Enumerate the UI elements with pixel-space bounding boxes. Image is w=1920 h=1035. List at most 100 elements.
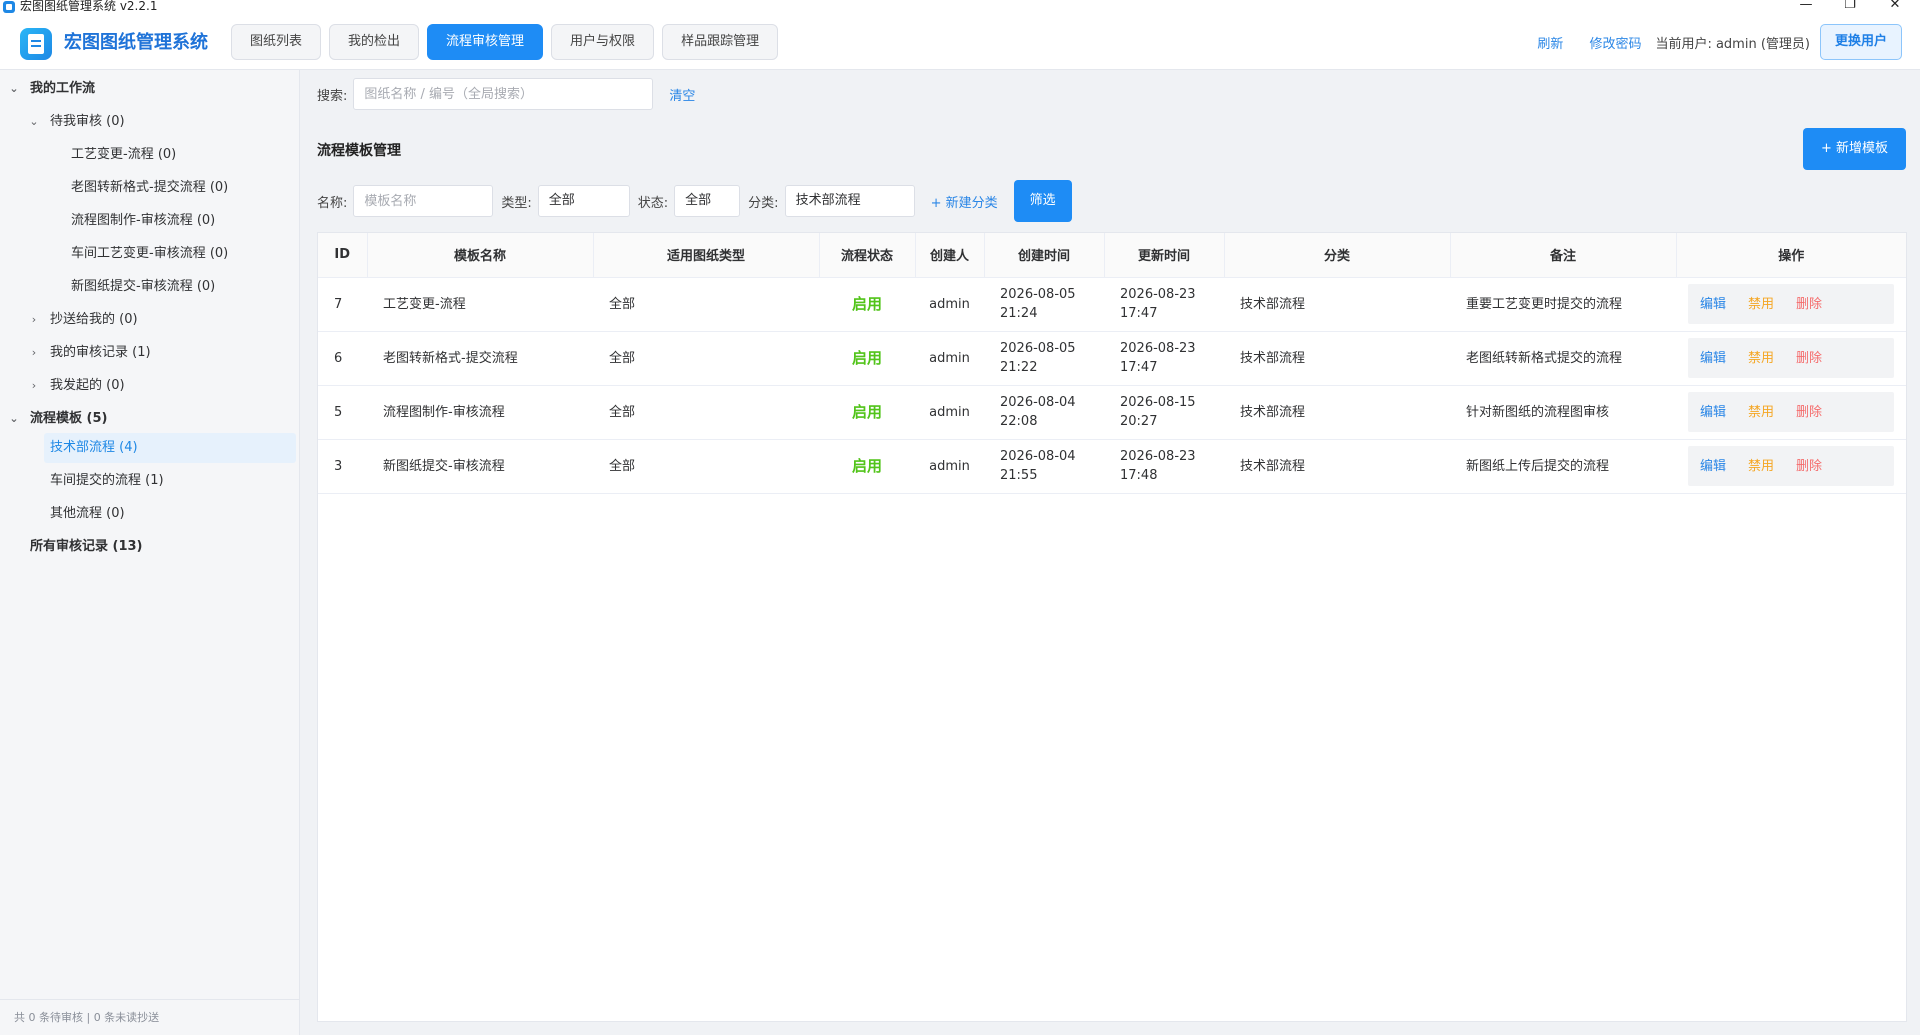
- cell-drawing-type: 全部: [593, 385, 819, 440]
- tree-node-other-workflow[interactable]: 其他流程 (0): [0, 499, 300, 529]
- delete-button[interactable]: 删除: [1796, 295, 1822, 314]
- column-header-category[interactable]: 分类: [1224, 233, 1451, 278]
- category-filter-select[interactable]: 技术部流程: [784, 185, 915, 217]
- column-header-created-time[interactable]: 创建时间: [984, 233, 1105, 278]
- app-icon: [3, 1, 15, 13]
- edit-button[interactable]: 编辑: [1700, 403, 1726, 422]
- cell-drawing-type: 全部: [593, 277, 819, 332]
- column-header-id[interactable]: ID: [318, 233, 368, 278]
- tree-node-pending-review[interactable]: ⌄ 待我审核 (0): [0, 107, 300, 137]
- tree-node-pending-old-to-new[interactable]: 老图转新格式-提交流程 (0): [0, 173, 300, 203]
- tree-node-workflow-templates[interactable]: ⌄ 流程模板 (5): [0, 404, 300, 434]
- edit-button[interactable]: 编辑: [1700, 295, 1726, 314]
- cell-created-time: 2026-08-04 22:08: [984, 385, 1104, 440]
- tree-node-label: 技术部流程 (4): [50, 440, 138, 455]
- workflow-sidebar: ⌄ 我的工作流 ⌄ 待我审核 (0) 工艺变更-流程 (0) 老图转新格式-提交…: [0, 70, 300, 1035]
- switch-user-button[interactable]: 更换用户: [1819, 24, 1902, 60]
- chevron-right-icon: ›: [31, 313, 37, 326]
- delete-button[interactable]: 删除: [1796, 349, 1822, 368]
- column-header-note[interactable]: 备注: [1450, 233, 1677, 278]
- cell-created-time: 2026-08-05 21:24: [984, 277, 1104, 332]
- disable-button[interactable]: 禁用: [1748, 403, 1774, 422]
- tree-node-workshop-workflow[interactable]: 车间提交的流程 (1): [0, 466, 300, 496]
- tree-node-cc-to-me[interactable]: › 抄送给我的 (0): [0, 305, 300, 335]
- tree-node-all-review-records[interactable]: 所有审核记录 (13): [0, 532, 300, 562]
- row-actions: 编辑 禁用 删除: [1688, 338, 1894, 378]
- table-row[interactable]: 6 老图转新格式-提交流程 全部 启用 admin 2026-08-05 21:…: [318, 331, 1906, 386]
- chevron-right-icon: ›: [31, 379, 37, 392]
- disable-button[interactable]: 禁用: [1748, 295, 1774, 314]
- chevron-right-icon: ›: [31, 346, 37, 359]
- cell-actions: 编辑 禁用 删除: [1676, 439, 1906, 494]
- tree-node-label: 工艺变更-流程 (0): [71, 147, 177, 162]
- type-filter-select[interactable]: 全部: [537, 185, 630, 217]
- main-panel: 搜索: 清空 流程模板管理 + 新增模板 名称: 类型: 全部 状态: 全部 分…: [301, 70, 1920, 1035]
- tab-workflow-review[interactable]: 流程审核管理: [427, 24, 544, 60]
- change-password-link[interactable]: 修改密码: [1589, 33, 1641, 52]
- minimize-icon[interactable]: —: [1791, 0, 1821, 13]
- cell-updated-time: 2026-08-23 17:47: [1104, 331, 1224, 386]
- disable-button[interactable]: 禁用: [1748, 457, 1774, 476]
- delete-button[interactable]: 删除: [1796, 403, 1822, 422]
- edit-button[interactable]: 编辑: [1700, 349, 1726, 368]
- column-header-updated-time[interactable]: 更新时间: [1104, 233, 1225, 278]
- cell-template-name: 工艺变更-流程: [367, 277, 593, 332]
- cell-id: 6: [318, 331, 367, 386]
- tree-node-label: 新图纸提交-审核流程 (0): [71, 279, 216, 294]
- row-actions: 编辑 禁用 删除: [1688, 392, 1894, 432]
- column-header-status[interactable]: 流程状态: [819, 233, 916, 278]
- cell-id: 3: [318, 439, 367, 494]
- tab-sample-tracking[interactable]: 样品跟踪管理: [662, 24, 779, 60]
- column-header-template-name[interactable]: 模板名称: [367, 233, 594, 278]
- restore-icon[interactable]: ❐: [1835, 0, 1865, 13]
- table-row[interactable]: 7 工艺变更-流程 全部 启用 admin 2026-08-05 21:24 2…: [318, 277, 1906, 332]
- cell-drawing-type: 全部: [593, 331, 819, 386]
- edit-button[interactable]: 编辑: [1700, 457, 1726, 476]
- current-user-label: 当前用户: admin (管理员): [1655, 36, 1810, 52]
- cell-actions: 编辑 禁用 删除: [1676, 277, 1906, 332]
- table-row[interactable]: 5 流程图制作-审核流程 全部 启用 admin 2026-08-04 22:0…: [318, 385, 1906, 440]
- category-filter-label: 分类:: [748, 195, 779, 211]
- search-bar: 搜索: 清空: [317, 78, 695, 110]
- tree-node-my-workflow[interactable]: ⌄ 我的工作流: [0, 74, 300, 104]
- tree-node-label: 车间提交的流程 (1): [50, 473, 164, 488]
- window-titlebar: 宏图图纸管理系统 v2.2.1 — ❐ ✕: [0, 0, 1920, 14]
- new-category-link[interactable]: + 新建分类: [931, 192, 998, 211]
- tab-my-checkouts[interactable]: 我的检出: [329, 24, 420, 60]
- tree-node-label: 我的审核记录 (1): [50, 345, 151, 360]
- tree-node-pending-process-change[interactable]: 工艺变更-流程 (0): [0, 140, 300, 170]
- template-name-filter-input[interactable]: [353, 185, 494, 217]
- add-template-button[interactable]: + 新增模板: [1802, 128, 1906, 170]
- table-header-row: ID 模板名称 适用图纸类型 流程状态 创建人 创建时间 更新时间 分类 备注 …: [318, 233, 1906, 278]
- status-filter-select[interactable]: 全部: [674, 185, 741, 217]
- tree-node-label: 其他流程 (0): [50, 506, 125, 521]
- global-search-input[interactable]: [353, 78, 654, 110]
- tab-drawing-list[interactable]: 图纸列表: [231, 24, 322, 60]
- tree-node-label: 所有审核记录 (13): [30, 539, 143, 554]
- cell-category: 技术部流程: [1224, 385, 1450, 440]
- tree-node-pending-workshop-change[interactable]: 车间工艺变更-审核流程 (0): [0, 239, 300, 269]
- tree-node-tech-dept-workflow[interactable]: 技术部流程 (4): [44, 433, 296, 463]
- refresh-link[interactable]: 刷新: [1537, 33, 1563, 52]
- table-row[interactable]: 3 新图纸提交-审核流程 全部 启用 admin 2026-08-04 21:5…: [318, 439, 1906, 494]
- filter-button[interactable]: 筛选: [1013, 180, 1072, 222]
- cell-created-time: 2026-08-04 21:55: [984, 439, 1104, 494]
- close-icon[interactable]: ✕: [1880, 0, 1910, 13]
- tree-node-pending-flowchart[interactable]: 流程图制作-审核流程 (0): [0, 206, 300, 236]
- cell-updated-time: 2026-08-23 17:47: [1104, 277, 1224, 332]
- tab-users-permissions[interactable]: 用户与权限: [551, 24, 655, 60]
- tree-node-my-review-records[interactable]: › 我的审核记录 (1): [0, 338, 300, 368]
- column-header-creator[interactable]: 创建人: [915, 233, 985, 278]
- app-header: 宏图图纸管理系统 图纸列表 我的检出 流程审核管理 用户与权限 样品跟踪管理 刷…: [0, 14, 1920, 70]
- delete-button[interactable]: 删除: [1796, 457, 1822, 476]
- cell-template-name: 流程图制作-审核流程: [367, 385, 593, 440]
- tree-node-initiated-by-me[interactable]: › 我发起的 (0): [0, 371, 300, 401]
- column-header-drawing-type[interactable]: 适用图纸类型: [593, 233, 820, 278]
- sidebar-status-footer: 共 0 条待审核 | 0 条未读抄送: [0, 999, 300, 1035]
- tree-node-pending-new-drawing[interactable]: 新图纸提交-审核流程 (0): [0, 272, 300, 302]
- disable-button[interactable]: 禁用: [1748, 349, 1774, 368]
- cell-creator: admin: [915, 277, 984, 332]
- status-badge: 启用: [819, 385, 915, 440]
- tree-node-label: 车间工艺变更-审核流程 (0): [71, 246, 229, 261]
- clear-search-link[interactable]: 清空: [669, 85, 695, 104]
